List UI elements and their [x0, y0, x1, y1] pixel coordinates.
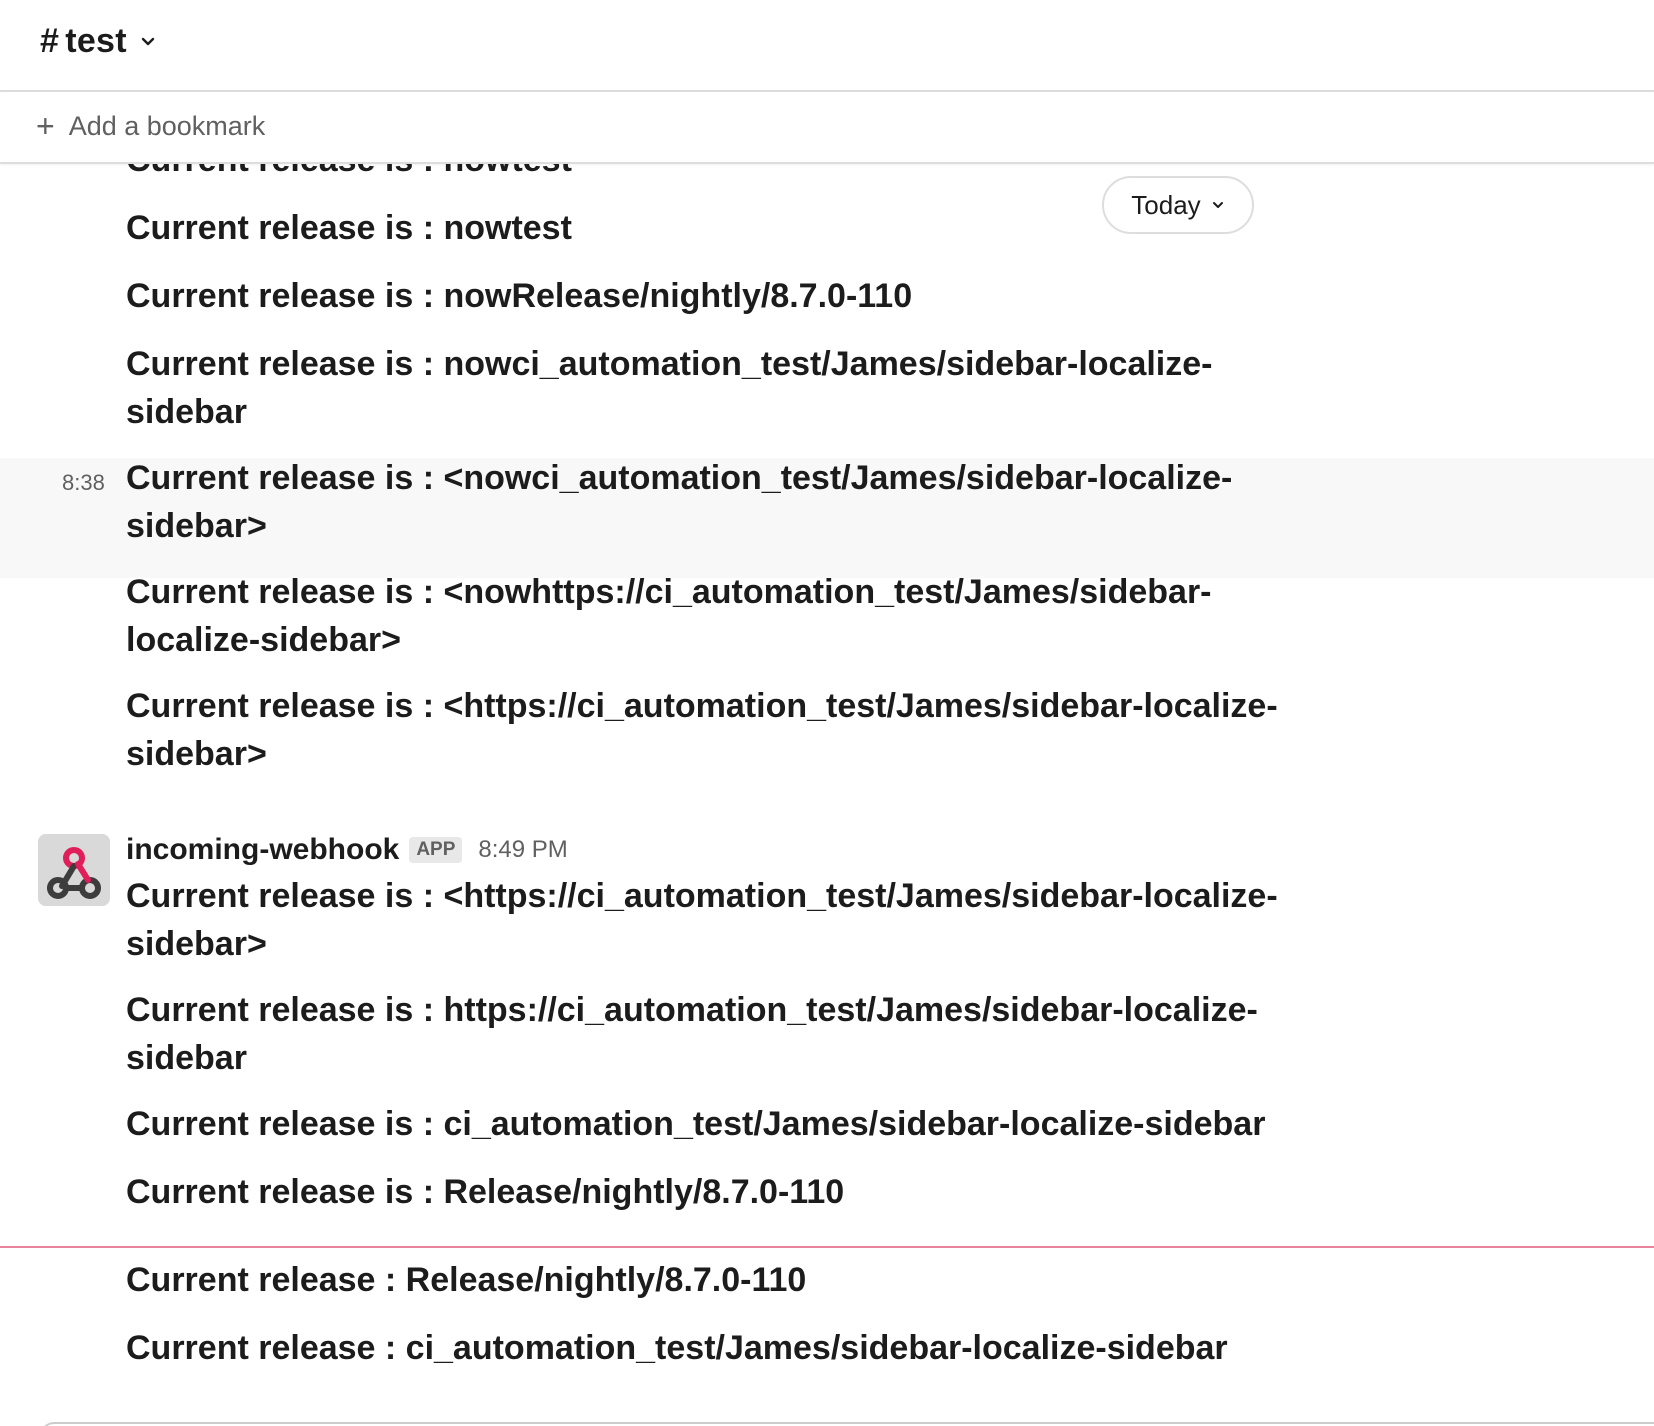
sender-name[interactable]: incoming-webhook: [126, 833, 399, 867]
app-badge: APP: [409, 837, 463, 863]
channel-name: test: [65, 22, 127, 60]
channel-hash: #: [40, 22, 60, 60]
message-text: Current release : Release/nightly/8.7.0-…: [126, 1261, 807, 1299]
avatar[interactable]: [38, 834, 110, 906]
message-text: Current release is : <https://ci_automat…: [126, 687, 1278, 773]
message-text: Current release is : <nowhttps://ci_auto…: [126, 573, 1212, 659]
message-text: Current release is : <nowci_automation_t…: [126, 459, 1233, 545]
new-messages-divider: [0, 1246, 1654, 1248]
message-text: Current release is : ci_automation_test/…: [126, 1105, 1266, 1143]
message-text: Current release : ci_automation_test/Jam…: [126, 1329, 1228, 1367]
message-text: Current release is : nowRelease/nightly/…: [126, 277, 913, 315]
chevron-down-icon: [1212, 202, 1223, 208]
message-hover-timestamp[interactable]: 8:38: [62, 470, 105, 496]
date-divider-label: Today: [1131, 189, 1201, 220]
message-composer[interactable]: [40, 1422, 1654, 1426]
add-bookmark-button[interactable]: + Add a bookmark: [36, 110, 265, 142]
message-timestamp[interactable]: 8:49 PM: [478, 836, 567, 864]
message-text: Current release is : nowci_automation_te…: [126, 345, 1213, 431]
message-text: Current release is : Release/nightly/8.7…: [126, 1173, 845, 1211]
message-list[interactable]: Today Current release is : nowtest Curre…: [0, 164, 1654, 1426]
channel-header: # test: [0, 0, 1654, 92]
channel-title-button[interactable]: # test: [40, 22, 157, 61]
webhook-icon: [38, 834, 110, 906]
chevron-down-icon: [141, 37, 155, 45]
message-sender-row: incoming-webhook APP 8:49 PM: [126, 828, 568, 872]
bookmarks-bar: + Add a bookmark: [0, 92, 1654, 164]
plus-icon: +: [36, 108, 55, 144]
date-divider-button[interactable]: Today: [1102, 176, 1254, 234]
message-text: Current release is : https://ci_automati…: [126, 991, 1258, 1077]
add-bookmark-label: Add a bookmark: [68, 110, 266, 141]
message-text: Current release is : <https://ci_automat…: [126, 877, 1278, 963]
